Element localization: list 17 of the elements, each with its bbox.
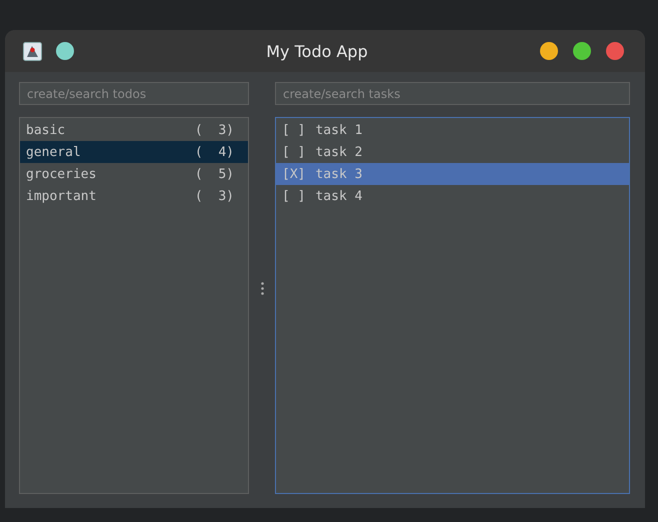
app-icon xyxy=(23,42,42,60)
todo-list-item[interactable]: groceries ( 5) xyxy=(20,163,248,185)
task-list-item[interactable]: [ ] task 1 xyxy=(276,119,629,141)
window-control-button[interactable] xyxy=(540,42,558,60)
todo-list-item[interactable]: basic ( 3) xyxy=(20,119,248,141)
window-control-button[interactable] xyxy=(606,42,624,60)
window-title: My Todo App xyxy=(265,42,369,60)
search-field[interactable]: create/search tasks xyxy=(275,82,630,105)
pin-button[interactable] xyxy=(56,42,74,60)
task-list-item[interactable]: [X] task 3 xyxy=(276,163,629,185)
window-control-button[interactable] xyxy=(573,42,591,60)
splitter-handle-icon[interactable] xyxy=(260,282,264,294)
todo-list-item[interactable]: general ( 4) xyxy=(20,141,248,163)
task-list-item[interactable]: [ ] task 2 xyxy=(276,141,629,163)
task-list-item[interactable]: [ ] task 4 xyxy=(276,185,629,207)
search-field[interactable]: create/search todos xyxy=(19,82,249,105)
todo-list-item[interactable]: important ( 3) xyxy=(20,185,248,207)
